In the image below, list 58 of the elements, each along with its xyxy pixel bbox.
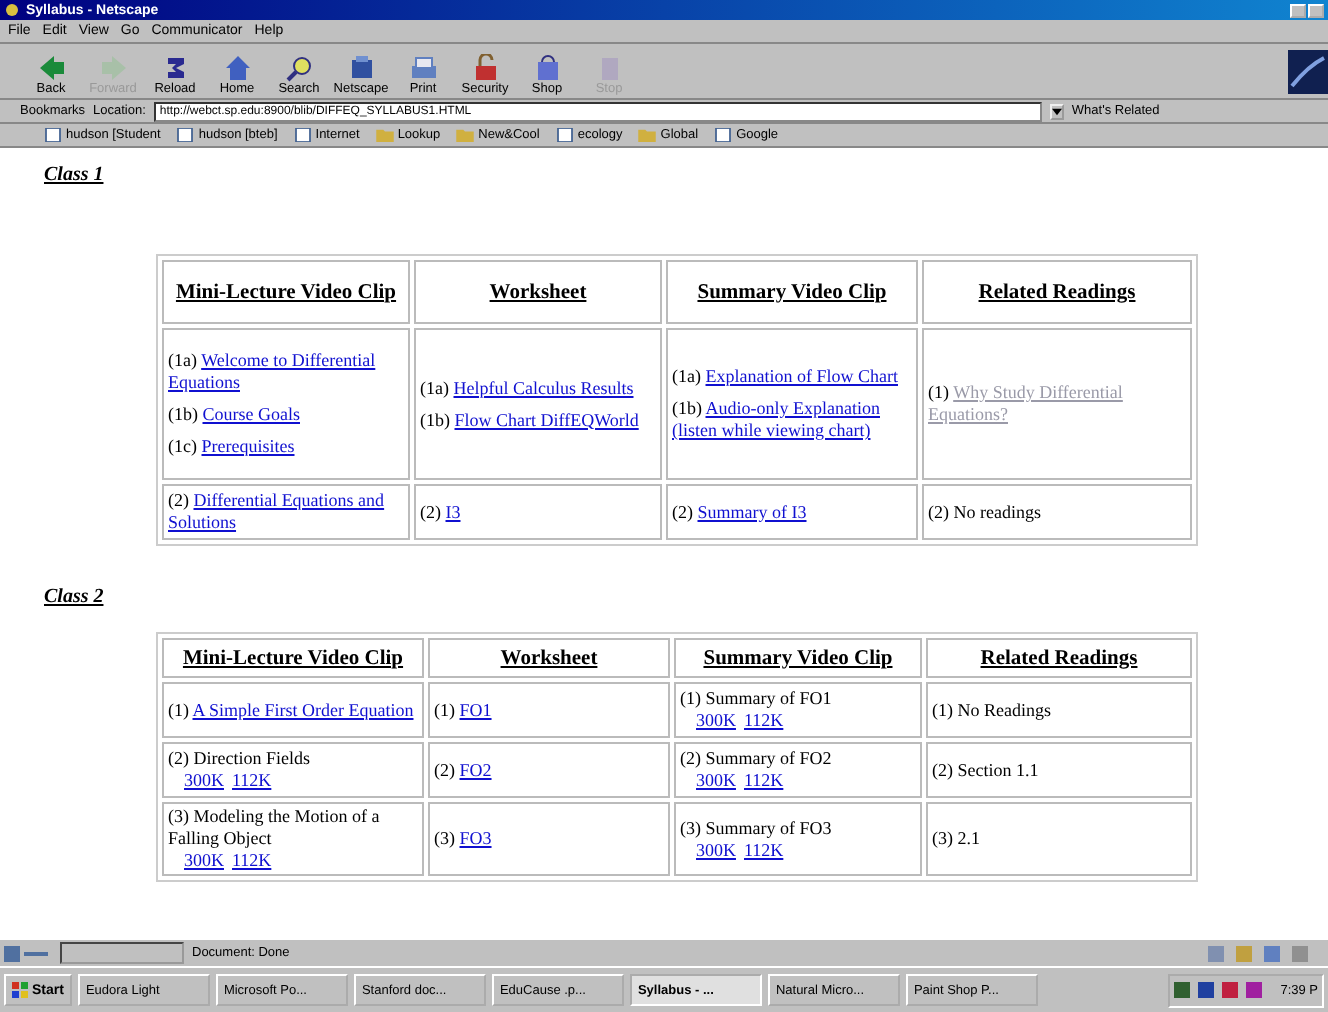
folder-icon [638,128,657,142]
page-icon [714,128,733,142]
link[interactable]: 300K [696,770,736,792]
cell-text: (2) Summary of FO2 [680,748,832,768]
caret-icon [1051,107,1062,115]
link[interactable]: 112K [744,770,784,792]
link[interactable]: 300K [696,710,736,732]
cell-text: (2) Direction Fields [168,748,310,768]
page-icon [293,128,312,142]
folder-icon [456,128,475,142]
link-entry[interactable]: (1a) Welcome to Differential Equations [168,350,404,394]
home-icon [221,54,253,82]
link-entry[interactable]: (1a) Explanation of Flow Chart [672,366,912,388]
printer-icon [407,54,439,82]
cell-text: (2) No readings [928,501,1041,521]
class-heading: Class 2 [44,586,104,608]
link[interactable]: 112K [744,839,784,861]
minimize-button[interactable] [1290,3,1306,17]
cell-text: (3) Summary of FO3 [680,817,832,837]
link-entry[interactable]: (1b) Audio-only Explanation (listen while viewing chart) [672,398,912,442]
windows-logo-icon [12,982,28,998]
page-icon [176,128,195,142]
link[interactable]: 300K [184,850,224,872]
column-header: Related Readings [922,260,1192,324]
link-entry[interactable]: (1a) Helpful Calculus Results [420,377,656,399]
cell-text: (1) Summary of FO1 [680,688,832,708]
link[interactable]: 112K [232,770,272,792]
folder-icon [375,128,394,142]
link-entry[interactable]: (1b) Course Goals [168,404,404,426]
column-header: Worksheet [414,260,662,324]
cell-text: (3) 2.1 [932,828,980,848]
column-header: Summary Video Clip [674,638,922,678]
arrow-right-icon [97,54,129,82]
link[interactable]: 112K [744,710,784,732]
column-header: Summary Video Clip [666,260,918,324]
page-icon [44,128,62,142]
cell-text: (2) Section 1.1 [932,759,1039,779]
app-icon [4,2,20,18]
link[interactable]: 112K [232,850,272,872]
link[interactable]: 300K [184,770,224,792]
progress-field [60,942,184,964]
arrow-left-icon [35,54,67,82]
cell-text: (1) No Readings [932,699,1051,719]
search-icon [283,54,315,82]
link-entry[interactable]: (1c) Prerequisites [168,436,404,458]
class-heading: Class 1 [44,164,104,186]
dropdown-button[interactable] [1049,103,1064,119]
link-entry[interactable]: (1b) Flow Chart DiffEQWorld [420,409,656,431]
column-header: Worksheet [428,638,670,678]
maximize-button[interactable] [1308,3,1324,17]
link[interactable]: 300K [696,839,736,861]
connection-icon [4,943,52,963]
cell-text: (3) Modeling the Motion of a Falling Object [168,806,380,848]
column-header: Mini-Lecture Video Clip [162,638,424,678]
column-header: Related Readings [926,638,1192,678]
column-header: Mini-Lecture Video Clip [162,260,410,324]
page-icon [555,128,574,142]
logo-icon [1288,50,1328,94]
